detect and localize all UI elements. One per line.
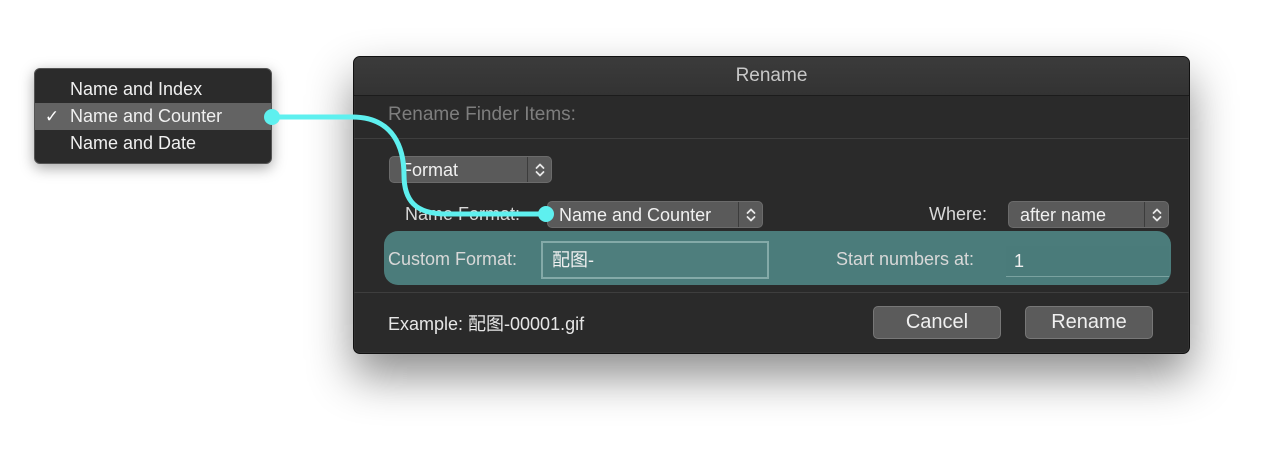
name-format-value: Name and Counter [559, 205, 712, 225]
name-format-popup-menu: Name and Index ✓ Name and Counter Name a… [34, 68, 272, 164]
menu-item-name-and-index[interactable]: Name and Index [35, 76, 271, 103]
divider [354, 138, 1189, 139]
menu-item-label: Name and Index [70, 79, 203, 99]
custom-format-field[interactable]: 配图- [541, 241, 769, 279]
up-down-chevron-icon [1144, 202, 1168, 227]
mode-popup-value: Format [401, 160, 459, 180]
menu-item-label: Name and Counter [70, 106, 223, 126]
menu-item-name-and-date[interactable]: Name and Date [35, 130, 271, 157]
where-label: Where: [929, 204, 988, 224]
rename-button[interactable]: Rename [1025, 306, 1153, 339]
where-value: after name [1020, 205, 1107, 225]
dialog-title: Rename [354, 57, 1189, 96]
menu-item-name-and-counter[interactable]: ✓ Name and Counter [35, 103, 271, 130]
example-text: Example: 配图-00001.gif [388, 314, 585, 334]
name-format-label: Name Format: [405, 204, 521, 224]
name-format-popup-button[interactable]: Name and Counter [547, 201, 763, 228]
custom-format-label: Custom Format: [388, 249, 518, 269]
where-popup-button[interactable]: after name [1008, 201, 1169, 228]
up-down-chevron-icon [738, 202, 762, 227]
start-numbers-field[interactable]: 1 [1006, 246, 1169, 277]
cancel-button[interactable]: Cancel [873, 306, 1001, 339]
up-down-chevron-icon [527, 157, 551, 182]
menu-item-label: Name and Date [70, 133, 197, 153]
checkmark-icon: ✓ [44, 107, 60, 126]
mode-popup-button[interactable]: Format [389, 156, 552, 183]
divider [354, 292, 1189, 293]
start-numbers-label: Start numbers at: [836, 249, 975, 269]
dialog-subtitle: Rename Finder Items: [388, 104, 576, 125]
